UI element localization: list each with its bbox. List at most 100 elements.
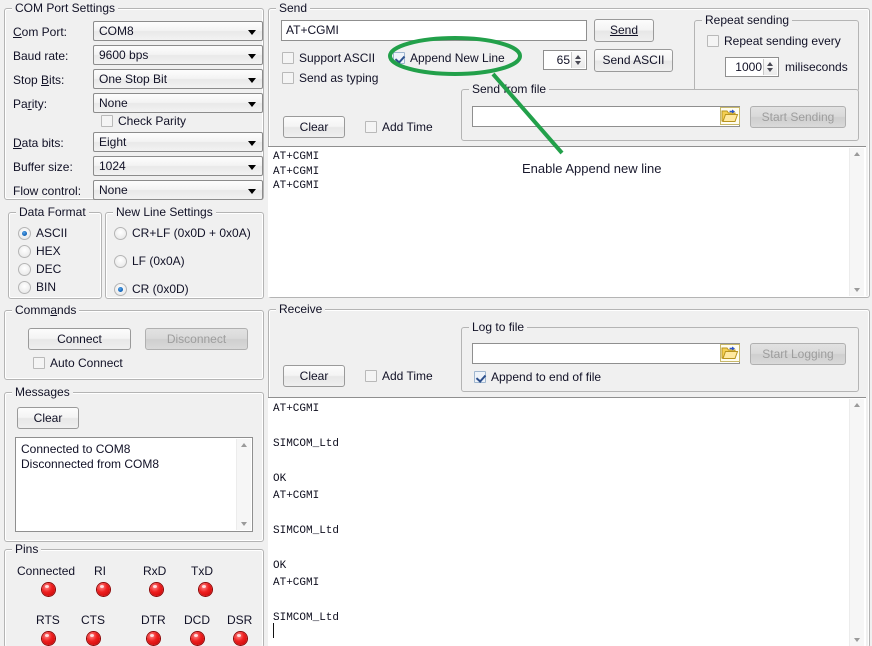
send-add-time-box xyxy=(365,121,377,133)
pin-label-ri: RI xyxy=(94,564,106,578)
send-from-file-browse-button[interactable] xyxy=(720,107,740,125)
repeat-interval-unit: miliseconds xyxy=(785,60,848,74)
repeat-interval-value: 1000 xyxy=(735,60,762,74)
messages-log-text: Connected to COM8 Disconnected from COM8 xyxy=(16,438,239,472)
auto-connect-checkbox[interactable]: Auto Connect xyxy=(33,356,123,370)
start-sending-button[interactable]: Start Sending xyxy=(750,106,846,128)
com-port-value: COM8 xyxy=(99,24,134,38)
com-port-settings-title: COM Port Settings xyxy=(12,1,118,15)
repeat-sending-box xyxy=(707,35,719,47)
baud-rate-select[interactable]: 9600 bps xyxy=(93,45,263,65)
disconnect-button[interactable]: Disconnect xyxy=(145,328,248,350)
stop-bits-select[interactable]: One Stop Bit xyxy=(93,69,263,89)
pin-led-rxd xyxy=(150,583,163,596)
chevron-down-icon xyxy=(248,102,256,107)
spinner-buttons[interactable] xyxy=(763,59,777,75)
buffer-size-label: Buffer size: xyxy=(13,160,73,174)
messages-clear-button[interactable]: Clear xyxy=(17,407,79,429)
baud-rate-value: 9600 bps xyxy=(99,48,148,62)
new-line-label-crlf: CR+LF (0x0D + 0x0A) xyxy=(132,226,251,240)
messages-log[interactable]: Connected to COM8 Disconnected from COM8 xyxy=(15,437,253,532)
chevron-down-icon xyxy=(248,30,256,35)
send-button[interactable]: Send xyxy=(594,19,654,42)
pin-led-dtr xyxy=(147,632,160,645)
check-parity-box xyxy=(101,115,113,127)
messages-scrollbar[interactable] xyxy=(236,439,251,530)
chevron-down-icon xyxy=(248,165,256,170)
chevron-down-icon xyxy=(248,54,256,59)
data-format-option-hex[interactable]: HEX xyxy=(18,244,61,258)
receive-clear-button[interactable]: Clear xyxy=(283,365,345,387)
data-bits-select[interactable]: Eight xyxy=(93,132,263,152)
send-command-input[interactable]: AT+CGMI xyxy=(281,20,587,41)
commands-title: Commands xyxy=(12,303,79,317)
scroll-up-icon[interactable] xyxy=(850,399,864,412)
pin-led-rts xyxy=(42,632,55,645)
parity-select[interactable]: None xyxy=(93,93,263,113)
send-group: Send AT+CGMI Send Support ASCII Append N… xyxy=(268,8,870,298)
flow-control-select[interactable]: None xyxy=(93,180,263,200)
check-parity-checkbox[interactable]: Check Parity xyxy=(101,114,186,128)
radio-dec xyxy=(18,263,31,276)
ascii-code-spinner[interactable]: 65 xyxy=(543,50,587,70)
support-ascii-box xyxy=(282,52,294,64)
receive-group: Receive Clear Add Time Log to file Start… xyxy=(268,309,870,646)
scroll-down-icon[interactable] xyxy=(850,633,864,646)
new-line-label-lf: LF (0x0A) xyxy=(132,254,185,268)
data-format-title: Data Format xyxy=(16,205,89,219)
support-ascii-checkbox[interactable]: Support ASCII xyxy=(282,51,375,65)
send-as-typing-checkbox[interactable]: Send as typing xyxy=(282,71,378,85)
com-port-select[interactable]: COM8 xyxy=(93,21,263,41)
data-format-label-dec: DEC xyxy=(36,262,61,276)
repeat-sending-checkbox[interactable]: Repeat sending every xyxy=(707,34,841,48)
auto-connect-label: Auto Connect xyxy=(50,356,123,370)
receive-title: Receive xyxy=(276,302,325,316)
data-format-option-bin[interactable]: BIN xyxy=(18,280,56,294)
check-parity-label: Check Parity xyxy=(118,114,186,128)
connect-button[interactable]: Connect xyxy=(28,328,131,350)
pin-led-dcd xyxy=(191,632,204,645)
start-sending-label: Start Sending xyxy=(762,110,835,124)
append-to-end-checkbox[interactable]: Append to end of file xyxy=(474,370,601,384)
append-new-line-checkbox[interactable]: Append New Line xyxy=(393,51,505,65)
scroll-down-icon[interactable] xyxy=(237,517,251,530)
radio-crlf xyxy=(114,227,127,240)
new-line-option-lf[interactable]: LF (0x0A) xyxy=(114,254,185,268)
new-line-option-crlf[interactable]: CR+LF (0x0D + 0x0A) xyxy=(114,226,251,240)
new-line-label-cr: CR (0x0D) xyxy=(132,282,189,296)
commands-group: Commands Connect Disconnect Auto Connect xyxy=(4,310,264,380)
pin-label-dsr: DSR xyxy=(227,613,252,627)
receive-log-scrollbar[interactable] xyxy=(849,399,864,646)
spinner-buttons[interactable] xyxy=(571,52,585,68)
send-ascii-button[interactable]: Send ASCII xyxy=(594,49,673,72)
data-format-option-dec[interactable]: DEC xyxy=(18,262,61,276)
scroll-up-icon[interactable] xyxy=(237,439,251,452)
send-from-file-group: Send from file Start Sending xyxy=(461,89,859,141)
repeat-interval-spinner[interactable]: 1000 xyxy=(725,57,779,77)
send-add-time-checkbox[interactable]: Add Time xyxy=(365,120,433,134)
chevron-down-icon xyxy=(248,141,256,146)
receive-add-time-box xyxy=(365,370,377,382)
send-log-scrollbar[interactable] xyxy=(849,148,864,296)
send-from-file-input[interactable] xyxy=(472,106,740,127)
new-line-option-cr[interactable]: CR (0x0D) xyxy=(114,282,189,296)
send-as-typing-label: Send as typing xyxy=(299,71,378,85)
buffer-size-select[interactable]: 1024 xyxy=(93,156,263,176)
scroll-up-icon[interactable] xyxy=(850,148,864,161)
receive-log[interactable]: AT+CGMI SIMCOM_Ltd OK AT+CGMI SIMCOM_Ltd… xyxy=(268,397,866,646)
append-to-end-box xyxy=(474,371,486,383)
send-add-time-label: Add Time xyxy=(382,120,433,134)
pin-label-dcd: DCD xyxy=(184,613,210,627)
log-to-file-input[interactable] xyxy=(472,343,740,364)
send-clear-button[interactable]: Clear xyxy=(283,116,345,138)
receive-add-time-label: Add Time xyxy=(382,369,433,383)
start-logging-button[interactable]: Start Logging xyxy=(750,343,846,365)
pin-led-txd xyxy=(199,583,212,596)
messages-group: Messages Clear Connected to COM8 Disconn… xyxy=(4,392,264,542)
log-to-file-browse-button[interactable] xyxy=(720,344,740,362)
data-format-option-ascii[interactable]: ASCII xyxy=(18,226,67,240)
scroll-down-icon[interactable] xyxy=(850,283,864,296)
pins-group: Pins Connected RI RxD TxD RTS CTS DTR DC… xyxy=(4,549,264,646)
messages-clear-label: Clear xyxy=(34,411,63,425)
receive-add-time-checkbox[interactable]: Add Time xyxy=(365,369,433,383)
